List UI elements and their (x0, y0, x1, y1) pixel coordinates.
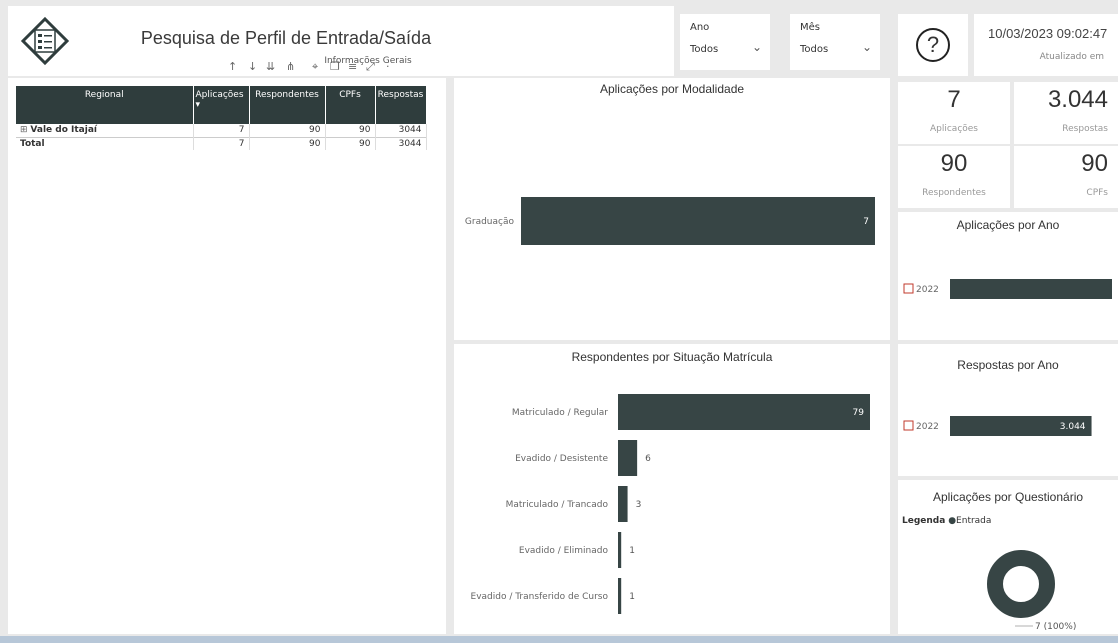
chart-resp-ano-panel: Respostas por Ano 2022 3.044 (898, 344, 1118, 476)
category-label: Matriculado / Trancado (506, 500, 609, 510)
slicer-mes-label: Mês (800, 22, 820, 33)
category-label: 2022 (916, 422, 939, 432)
col-header-aplicacoes[interactable]: Aplicações ▾ (193, 86, 250, 124)
col-header-cpfs[interactable]: CPFs (325, 86, 376, 124)
kpi-value: 90 (1081, 150, 1108, 177)
category-label: Graduação (465, 217, 515, 227)
data-label: 79 (853, 408, 865, 418)
cell-respostas: 3044 (375, 137, 427, 150)
bar[interactable] (618, 578, 622, 614)
data-label: 3.044 (1060, 422, 1086, 432)
data-label: 1 (629, 546, 635, 556)
header-extension (446, 6, 674, 76)
cell-aplicacoes: 7 (193, 124, 250, 137)
col-header-respondentes[interactable]: Respondentes (249, 86, 326, 124)
bottom-bar (0, 636, 1118, 643)
expand-icon[interactable]: ⊞ (20, 125, 30, 135)
kpi-label: Respondentes (922, 188, 986, 198)
hierarchy-icon[interactable]: ⋔ (286, 60, 295, 73)
table-row[interactable]: ⊞ Vale do Itajaí 7 90 90 3044 (16, 124, 427, 137)
pin-icon[interactable]: ⌖ (312, 60, 318, 74)
focus-mode-icon[interactable]: ⤢ (366, 60, 375, 74)
chart-aplic-ano-panel: Aplicações por Ano 2022 (898, 212, 1118, 340)
chart-modalidade-panel: Aplicações por Modalidade Graduação 7 (454, 78, 890, 340)
data-label: 6 (645, 454, 651, 464)
chevron-down-icon[interactable]: ⌄ (752, 40, 762, 54)
chart-aplic-ano: 2022 (903, 279, 1112, 299)
bar[interactable] (950, 279, 1112, 299)
datetime-value: 10/03/2023 09:02:47 (988, 26, 1108, 41)
more-options-icon[interactable]: · (386, 60, 390, 73)
slicer-ano-value[interactable]: Todos (690, 44, 718, 55)
sort-up-icon[interactable]: ↑ (228, 60, 237, 73)
col-header-aplicacoes-label: Aplicações (195, 90, 244, 100)
slicer-mes-value[interactable]: Todos (800, 44, 828, 55)
chart-situacao: Matriculado / Regular 79 Evadido / Desiste… (471, 394, 870, 614)
kpi-value: 90 (940, 150, 968, 177)
cell-regional: Total (16, 137, 194, 150)
chevron-down-icon[interactable]: ⌄ (862, 40, 872, 54)
data-label: 3 (636, 500, 642, 510)
chart-questionario: 7 (100%) (987, 550, 1076, 632)
chart-resp-ano: 2022 3.044 (903, 416, 1092, 436)
kpi-value: 3.044 (1047, 86, 1108, 113)
bar[interactable] (618, 440, 638, 476)
data-label: 7 (100%) (1035, 622, 1076, 632)
header-panel: Pesquisa de Perfil de Entrada/Saída Info… (8, 6, 446, 76)
cell-respondentes: 90 (249, 137, 326, 150)
bar[interactable] (618, 394, 870, 430)
bar[interactable] (521, 197, 875, 245)
datetime-panel: 10/03/2023 09:02:47 Atualizado em (974, 14, 1118, 76)
bar[interactable] (618, 486, 628, 522)
cell-cpfs: 90 (325, 137, 376, 150)
kpi-respondentes: 90 Respondentes (898, 146, 1010, 208)
kpi-label: Aplicações (929, 124, 978, 134)
kpi-respostas: 3.044 Respostas (1014, 82, 1118, 144)
copy-icon[interactable]: ❐ (330, 60, 340, 73)
kpi-cpfs: 90 CPFs (1014, 146, 1118, 208)
kpi-aplicacoes: 7 Aplicações (898, 82, 1010, 144)
cell-respostas: 3044 (375, 124, 427, 137)
pie-slice[interactable] (987, 550, 1055, 618)
help-panel: ? (898, 14, 968, 76)
datetime-label: Atualizado em (1039, 52, 1104, 62)
category-label: Evadido / Desistente (515, 454, 608, 464)
calendar-icon (903, 283, 914, 294)
regional-table-panel: Regional Aplicações ▾ Respondentes CPFs R… (8, 78, 446, 634)
col-header-respostas[interactable]: Respostas (375, 86, 427, 124)
category-label: Evadido / Eliminado (519, 546, 609, 556)
slicer-mes[interactable]: Mês Todos ⌄ (790, 14, 880, 70)
slicer-ano-label: Ano (690, 22, 710, 33)
cell-cpfs: 90 (325, 124, 376, 137)
sort-down-icon[interactable]: ↓ (248, 60, 257, 73)
category-label: 2022 (916, 285, 939, 295)
cell-respondentes: 90 (249, 124, 326, 137)
cell-regional: Vale do Itajaí (30, 125, 98, 136)
category-label: Matriculado / Regular (512, 408, 608, 418)
chart-modalidade: Graduação 7 (465, 197, 875, 245)
kpi-label: Respostas (1062, 124, 1108, 134)
data-label: 1 (629, 592, 635, 602)
bar[interactable] (618, 532, 622, 568)
regional-table: Regional Aplicações ▾ Respondentes CPFs R… (16, 86, 427, 150)
slicer-ano[interactable]: Ano Todos ⌄ (680, 14, 770, 70)
table-row-total: Total 7 90 90 3044 (16, 137, 427, 150)
kpi-value: 7 (947, 86, 961, 113)
chart-situacao-panel: Respondentes por Situação Matrícula Matr… (454, 344, 890, 634)
data-label: 7 (863, 217, 869, 227)
col-header-regional[interactable]: Regional (16, 86, 194, 124)
calendar-icon (903, 420, 914, 431)
category-label: Evadido / Transferido de Curso (471, 592, 609, 602)
help-icon[interactable]: ? (916, 28, 950, 62)
cell-aplicacoes: 7 (193, 137, 250, 150)
expand-all-icon[interactable]: ⇊ (266, 60, 275, 73)
page-title: Pesquisa de Perfil de Entrada/Saída (140, 28, 432, 48)
chart-questionario-panel: Aplicações por Questionário Legenda ●Ent… (898, 480, 1118, 634)
kpi-label: CPFs (1086, 188, 1108, 198)
sort-desc-icon: ▾ (195, 100, 201, 110)
filter-icon[interactable]: ≡ (348, 60, 357, 73)
